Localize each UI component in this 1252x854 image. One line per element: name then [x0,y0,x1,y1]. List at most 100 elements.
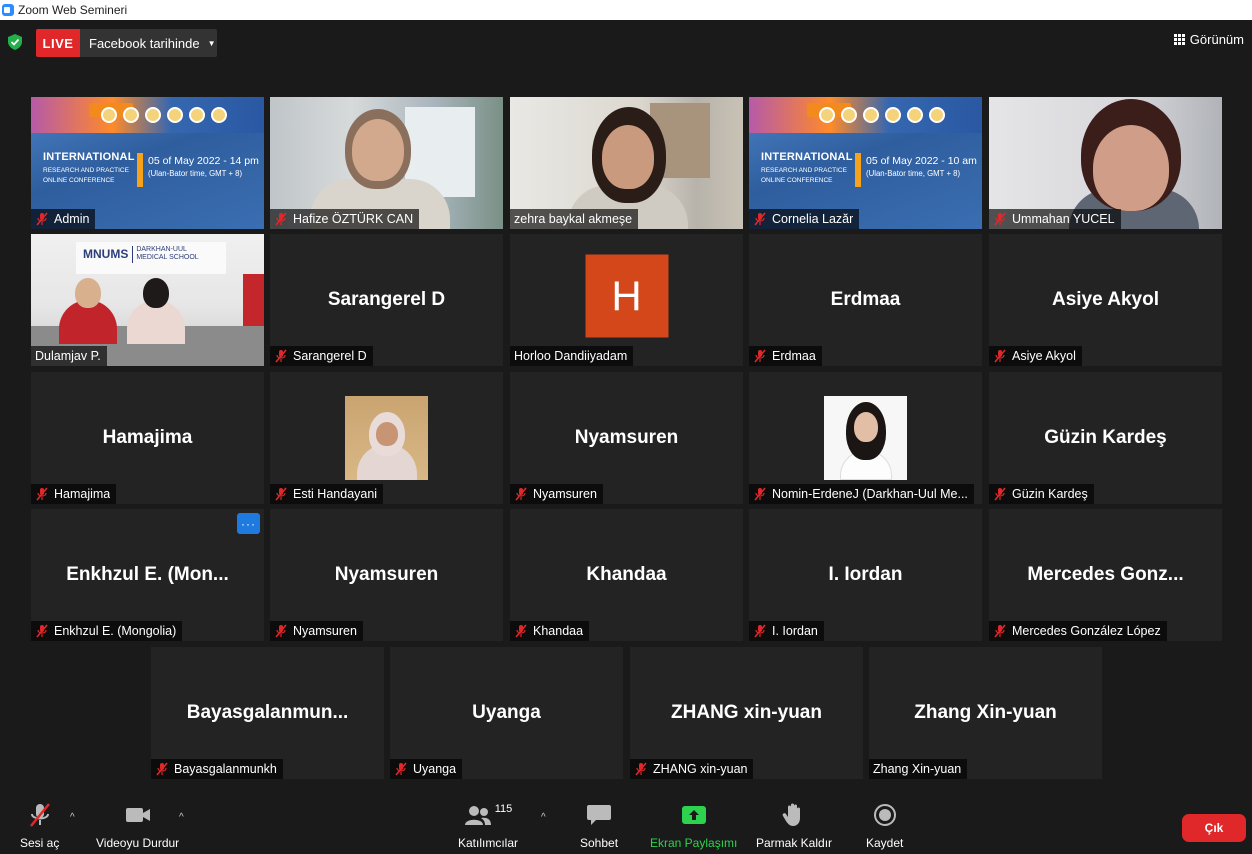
participant-display-name: ZHANG xin-yuan [671,702,822,723]
mic-muted-icon [156,762,168,776]
participant-tile[interactable]: Nyamsuren Nyamsuren [270,509,503,641]
chat-button[interactable]: Sohbet [580,800,618,850]
participant-display-name: Erdmaa [830,289,901,310]
participant-tile[interactable]: Nomin-ErdeneJ (Darkhan-Uul Me... [749,372,982,504]
unmute-button[interactable]: Sesi aç [20,800,59,850]
window-titlebar: Zoom Web Semineri [0,0,1252,20]
participant-name-label: Enkhzul E. (Mongolia) [31,621,183,641]
participant-tile[interactable]: I. Iordan I. Iordan [749,509,982,641]
poster-subtitle-line2: ONLINE CONFERENCE [761,176,833,184]
poster-subtitle: RESEARCH AND PRACTICE ONLINE CONFERENCE [761,166,853,186]
poster-date-line: 05 of May 2022 - 10 am [866,155,977,167]
participant-tile[interactable]: H Horloo Dandiiyadam [510,234,743,366]
shield-check-icon[interactable] [8,34,22,50]
dropdown-caret-icon: ▼ [207,38,216,48]
participants-button[interactable]: 115 Katılımcılar [458,800,518,850]
participant-tile[interactable]: Ummahan YUCEL [989,97,1222,229]
participant-tile[interactable]: MNUMS DARKHAN-UUL MEDICAL SCHOOL Dulamjav P… [31,234,264,366]
profile-photo [345,396,428,480]
poster-date-line: 05 of May 2022 - 14 pm [148,155,259,167]
participant-tile[interactable]: Asiye Akyol Asiye Akyol [989,234,1222,366]
grid-view-icon [1173,34,1185,45]
participant-name: Zhang Xin-yuan [873,762,962,776]
participant-tile[interactable]: ZHANG xin-yuan ZHANG xin-yuan [630,647,863,779]
participant-name-label: Asiye Akyol [989,346,1082,366]
participant-name: zehra baykal akmeşe [514,212,633,226]
participant-display-name: Bayasgalanmun... [186,702,349,723]
video-options-chevron-icon[interactable]: ^ [179,812,184,823]
participant-name: Erdmaa [772,349,816,363]
participant-tile[interactable]: Zhang Xin-yuan Zhang Xin-yuan [869,647,1102,779]
person-face [854,412,878,442]
participant-name: Enkhzul E. (Mongolia) [54,624,177,638]
more-options-button[interactable]: ··· [237,513,260,534]
sign-sub-line1: DARKHAN-UUL [136,246,187,253]
participant-tile[interactable]: Mercedes Gonz... Mercedes González López [989,509,1222,641]
view-button[interactable]: Görünüm [1173,32,1244,47]
participant-tile[interactable]: INTERNATIONAL RESEARCH AND PRACTICE ONLINE… [31,97,264,229]
participant-name: Ummahan YUCEL [1012,212,1115,226]
participant-name: Mercedes González López [1012,624,1161,638]
unmute-label: Sesi aç [20,836,60,850]
participant-name-label: Admin [31,209,96,229]
person-face [352,119,404,181]
video-camera-icon [125,808,150,822]
participant-tile[interactable]: Erdmaa Erdmaa [749,234,982,366]
participant-display-name: Sarangerel D [327,289,446,310]
record-button[interactable]: Kaydet [866,800,903,850]
participant-display-name: Hamajima [102,427,193,448]
participant-display-name: Nyamsuren [574,427,679,448]
participant-name: Bayasgalanmunkh [174,762,277,776]
participant-tile[interactable]: Hafize ÖZTÜRK CAN [270,97,503,229]
share-screen-label: Ekran Paylaşımı [650,836,738,850]
live-badge[interactable]: LIVE [36,29,80,57]
live-destination-label: Facebook tarihinde [89,35,200,51]
mic-muted-icon [395,762,407,776]
participant-tile[interactable]: Khandaa Khandaa [510,509,743,641]
window-title: Zoom Web Semineri [18,3,128,17]
participant-tile[interactable]: Bayasgalanmun... Bayasgalanmunkh [151,647,384,779]
mic-muted-icon [994,212,1006,226]
audio-options-chevron-icon[interactable]: ^ [70,812,75,823]
participant-name-label: Bayasgalanmunkh [151,759,283,779]
participant-name: Güzin Kardeş [1012,487,1088,501]
participant-name: Uyanga [413,762,457,776]
participant-name: Asiye Akyol [1012,349,1076,363]
participant-name-label: I. Iordan [749,621,824,641]
sign-sub-line2: MEDICAL SCHOOL [136,254,199,262]
participant-name-label: Nyamsuren [510,484,603,504]
mic-muted-icon [36,212,48,226]
leave-button[interactable]: Çık [1182,814,1246,842]
sign-main-text: MNUMS [83,247,129,262]
participants-count: 115 [494,803,513,815]
share-screen-button[interactable]: Ekran Paylaşımı [650,800,737,850]
participant-tile[interactable]: Hamajima Hamajima [31,372,264,504]
participant-tile[interactable]: zehra baykal akmeşe [510,97,743,229]
participant-tile[interactable]: Uyanga Uyanga [390,647,623,779]
stop-video-button[interactable]: Videoyu Durdur [96,800,179,850]
poster-subtitle-line1: RESEARCH AND PRACTICE [43,167,129,174]
participant-name-label: Zhang Xin-yuan [869,759,968,779]
view-label: Görünüm [1189,32,1244,47]
participant-name: Dulamjav P. [35,349,101,363]
raise-hand-icon [782,803,801,826]
participant-name-label: Hamajima [31,484,117,504]
participant-tile[interactable]: Nyamsuren Nyamsuren [510,372,743,504]
share-screen-icon [681,806,706,824]
mic-muted-icon [754,487,766,501]
raise-hand-button[interactable]: Parmak Kaldır [756,800,832,850]
mic-muted-icon [36,487,48,501]
participants-options-chevron-icon[interactable]: ^ [541,812,546,823]
stop-video-label: Videoyu Durdur [96,836,180,850]
record-icon [873,804,896,826]
participant-name-label: Güzin Kardeş [989,484,1094,504]
raise-hand-label: Parmak Kaldır [756,836,833,850]
participant-tile[interactable]: INTERNATIONAL RESEARCH AND PRACTICE ONLINE… [749,97,982,229]
participant-tile[interactable]: Güzin Kardeş Güzin Kardeş [989,372,1222,504]
participant-tile[interactable]: Enkhzul E. (Mon... ··· Enkhzul E. (Mongoli… [31,509,264,641]
participant-tile[interactable]: Sarangerel D Sarangerel D [270,234,503,366]
live-destination-dropdown[interactable]: Facebook tarihinde ▼ [80,29,217,57]
participant-display-name: Zhang Xin-yuan [914,702,1057,723]
participant-name-label: Nomin-ErdeneJ (Darkhan-Uul Me... [749,484,974,504]
participant-tile[interactable]: Esti Handayani [270,372,503,504]
